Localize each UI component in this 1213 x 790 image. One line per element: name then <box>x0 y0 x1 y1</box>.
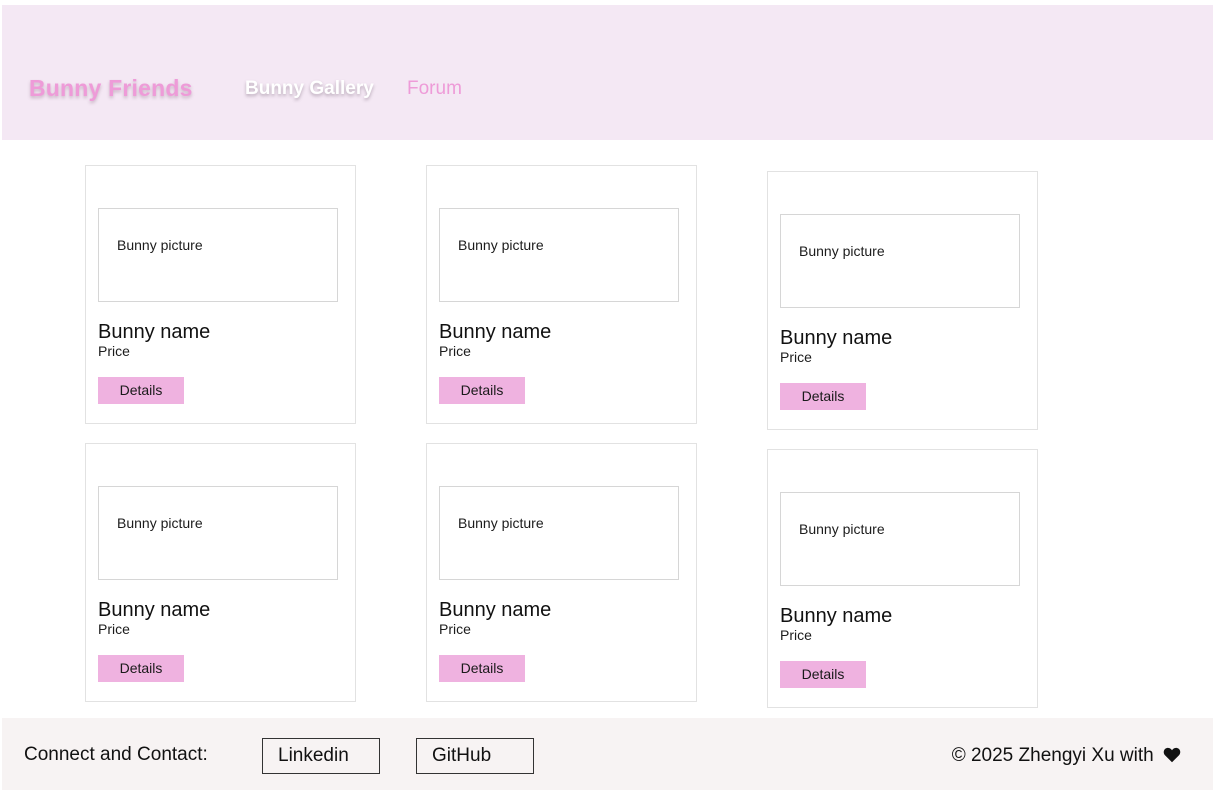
brand-logo[interactable]: Bunny Friends <box>29 75 193 102</box>
bunny-picture-label: Bunny picture <box>458 515 544 531</box>
bunny-card: Bunny picture Bunny name Price Details <box>426 443 697 702</box>
details-button[interactable]: Details <box>439 377 525 404</box>
github-link[interactable]: GitHub <box>416 738 534 774</box>
copyright: © 2025 Zhengyi Xu with <box>952 745 1181 767</box>
footer: Connect and Contact: Linkedin GitHub © 2… <box>2 718 1213 790</box>
header: Bunny Friends Bunny Gallery Forum <box>2 5 1213 140</box>
details-button[interactable]: Details <box>780 383 866 410</box>
details-button[interactable]: Details <box>439 655 525 682</box>
bunny-name: Bunny name <box>439 599 552 621</box>
nav-bunny-gallery[interactable]: Bunny Gallery <box>245 78 374 100</box>
bunny-card: Bunny picture Bunny name Price Details <box>85 443 356 702</box>
bunny-card: Bunny picture Bunny name Price Details <box>85 165 356 424</box>
bunny-price: Price <box>439 343 471 359</box>
bunny-price: Price <box>439 621 471 637</box>
bunny-price: Price <box>98 343 130 359</box>
bunny-name: Bunny name <box>98 599 211 621</box>
linkedin-link[interactable]: Linkedin <box>262 738 380 774</box>
bunny-picture: Bunny picture <box>98 208 338 302</box>
bunny-card: Bunny picture Bunny name Price Details <box>426 165 697 424</box>
bunny-name: Bunny name <box>98 321 211 343</box>
bunny-picture-label: Bunny picture <box>799 243 885 259</box>
page: Bunny Friends Bunny Gallery Forum Bunny … <box>0 0 1213 790</box>
bunny-picture-label: Bunny picture <box>117 237 203 253</box>
bunny-card: Bunny picture Bunny name Price Details <box>767 449 1038 708</box>
bunny-picture-label: Bunny picture <box>799 521 885 537</box>
bunny-price: Price <box>98 621 130 637</box>
footer-contact-label: Connect and Contact: <box>24 744 208 765</box>
nav-forum[interactable]: Forum <box>407 78 462 100</box>
copyright-text: © 2025 Zhengyi Xu with <box>951 745 1154 766</box>
bunny-name: Bunny name <box>780 605 893 627</box>
bunny-picture: Bunny picture <box>439 486 679 580</box>
heart-icon <box>1163 747 1181 763</box>
bunny-picture-label: Bunny picture <box>458 237 544 253</box>
bunny-picture-label: Bunny picture <box>117 515 203 531</box>
bunny-picture: Bunny picture <box>780 214 1020 308</box>
bunny-name: Bunny name <box>439 321 552 343</box>
details-button[interactable]: Details <box>98 655 184 682</box>
bunny-card: Bunny picture Bunny name Price Details <box>767 171 1038 430</box>
bunny-picture: Bunny picture <box>439 208 679 302</box>
bunny-picture: Bunny picture <box>98 486 338 580</box>
bunny-price: Price <box>780 627 812 643</box>
details-button[interactable]: Details <box>98 377 184 404</box>
details-button[interactable]: Details <box>780 661 866 688</box>
bunny-picture: Bunny picture <box>780 492 1020 586</box>
bunny-name: Bunny name <box>780 327 893 349</box>
bunny-price: Price <box>780 349 812 365</box>
